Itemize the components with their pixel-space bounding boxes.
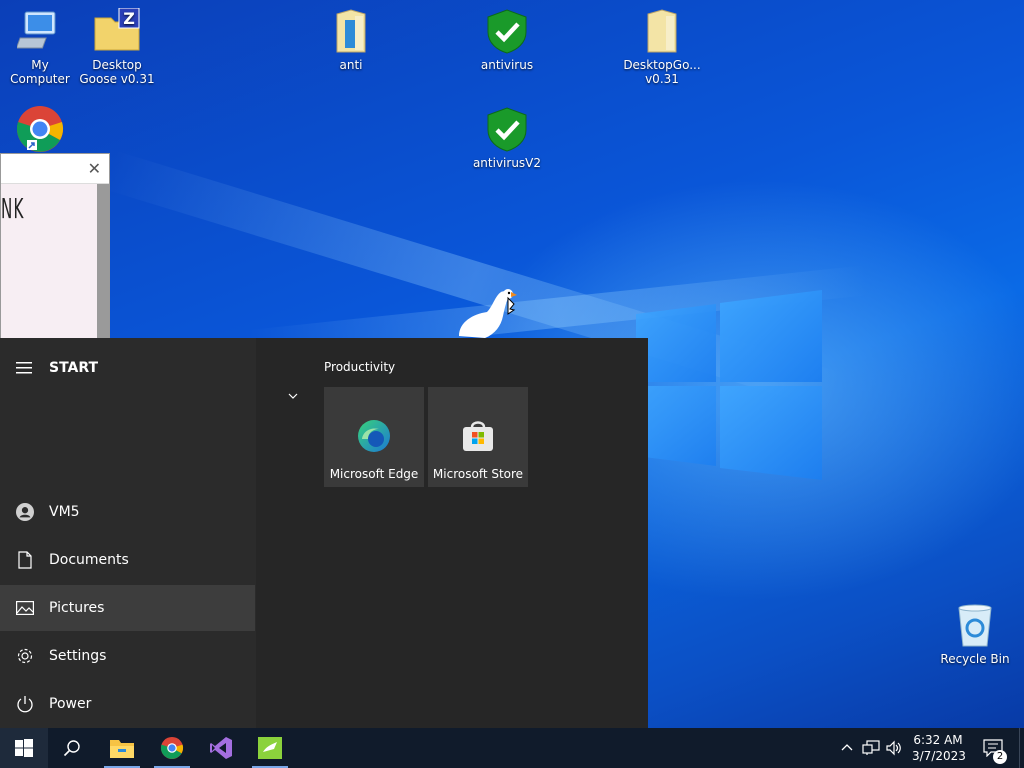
recycle-bin-icon [958,604,992,647]
start-item-label: Pictures [49,600,105,616]
computer-icon [17,11,56,49]
tile-microsoft-edge[interactable]: Microsoft Edge [324,387,424,487]
start-header[interactable]: START [16,358,98,378]
taskbar-visual-studio[interactable] [197,728,245,768]
desktop-icon-label: My Computer [10,58,70,86]
clock-time: 6:32 AM [913,733,963,747]
pictures-icon [16,599,34,617]
tile-group-title[interactable]: Productivity [324,360,395,374]
chrome-icon [160,736,184,760]
speaker-icon[interactable] [886,740,902,756]
desktop-icon-antivirus[interactable]: antivirus [467,8,547,72]
windows-wallpaper-logo [636,290,822,480]
show-desktop-button[interactable] [1019,728,1024,768]
tile-microsoft-store[interactable]: Microsoft Store [428,387,528,487]
chevron-down-icon[interactable] [288,392,298,400]
desktop-icon-recycle-bin[interactable]: Recycle Bin [935,602,1015,666]
window-titlebar[interactable]: ✕ [1,154,109,184]
taskbar-chrome[interactable] [148,728,196,768]
desktop-icon-antivirusv2[interactable]: antivirusV2 [467,106,547,170]
start-item-settings[interactable]: Settings [0,633,256,679]
file-explorer-icon [110,740,134,758]
goose-sprite [459,289,517,338]
taskbar: 6:32 AM 3/7/2023 2 [0,728,1024,768]
desktop-icon-chrome[interactable] [0,104,80,158]
desktop-icon-my-computer[interactable]: My Computer [0,8,80,86]
chevron-up-icon[interactable] [840,740,854,754]
start-item-label: Settings [49,648,107,664]
taskbar-app[interactable] [246,728,294,768]
app-icon [258,737,282,759]
desktop-icon-label: DesktopGo... v0.31 [623,58,701,86]
svg-text:Z: Z [123,9,135,28]
taskbar-file-explorer[interactable] [98,728,146,768]
clock-date: 3/7/2023 [912,749,966,763]
start-item-label: Power [49,696,92,712]
start-header-label: START [49,360,99,376]
user-avatar-icon [16,503,34,521]
window-content-text: NK [1,192,25,225]
start-button[interactable] [0,728,48,768]
desktop-icon-label: anti [339,58,363,72]
tile-label: Microsoft Edge [329,467,419,481]
network-icon[interactable] [862,740,880,756]
tile-label: Microsoft Store [432,467,524,481]
start-item-power[interactable]: Power [0,681,256,727]
document-icon [16,551,34,569]
zip-archive-icon: Z [94,8,140,51]
system-clock[interactable]: 6:32 AM 3/7/2023 [912,732,966,764]
power-icon [16,695,34,713]
desktop-icon-label: Recycle Bin [940,652,1010,666]
desktop-icon-anti[interactable]: anti [311,8,391,72]
folder-icon [336,9,366,53]
start-item-label: VM5 [49,504,80,520]
desktop-icon-desktop-goose-zip[interactable]: Z Desktop Goose v0.31 [77,8,157,86]
window-scrollbar[interactable] [97,184,109,338]
gear-icon [16,647,34,665]
close-icon[interactable]: ✕ [88,159,101,178]
desktop-icon-label: Desktop Goose v0.31 [79,58,155,86]
desktop-icon-desktopgoose-folder[interactable]: DesktopGo... v0.31 [622,8,702,86]
start-item-user[interactable]: VM5 [0,489,256,535]
search-button[interactable] [48,728,96,768]
chrome-shortcut-icon [16,106,63,152]
hamburger-menu-icon[interactable] [16,362,32,374]
start-menu-tiles-pane: Productivity Microsoft Edge Microsoft St… [256,338,648,728]
shield-check-icon [487,107,527,152]
search-icon [63,740,80,757]
notification-count-badge: 2 [993,750,1007,764]
start-menu-left-pane: START VM5 Documents Pictures Settings Po… [0,338,256,728]
partial-app-window[interactable]: ✕ NK [0,153,110,339]
start-item-label: Documents [49,552,129,568]
start-item-documents[interactable]: Documents [0,537,256,583]
start-item-pictures[interactable]: Pictures [0,585,255,631]
start-menu: START VM5 Documents Pictures Settings Po… [0,338,648,728]
desktop-icon-label: antivirus [480,58,534,72]
shield-check-icon [487,9,527,54]
windows-start-icon [15,739,33,757]
visual-studio-icon [210,737,232,759]
desktop-icon-label: antivirusV2 [472,156,542,170]
store-icon [463,421,493,451]
folder-icon [647,9,677,53]
edge-icon [358,420,390,452]
